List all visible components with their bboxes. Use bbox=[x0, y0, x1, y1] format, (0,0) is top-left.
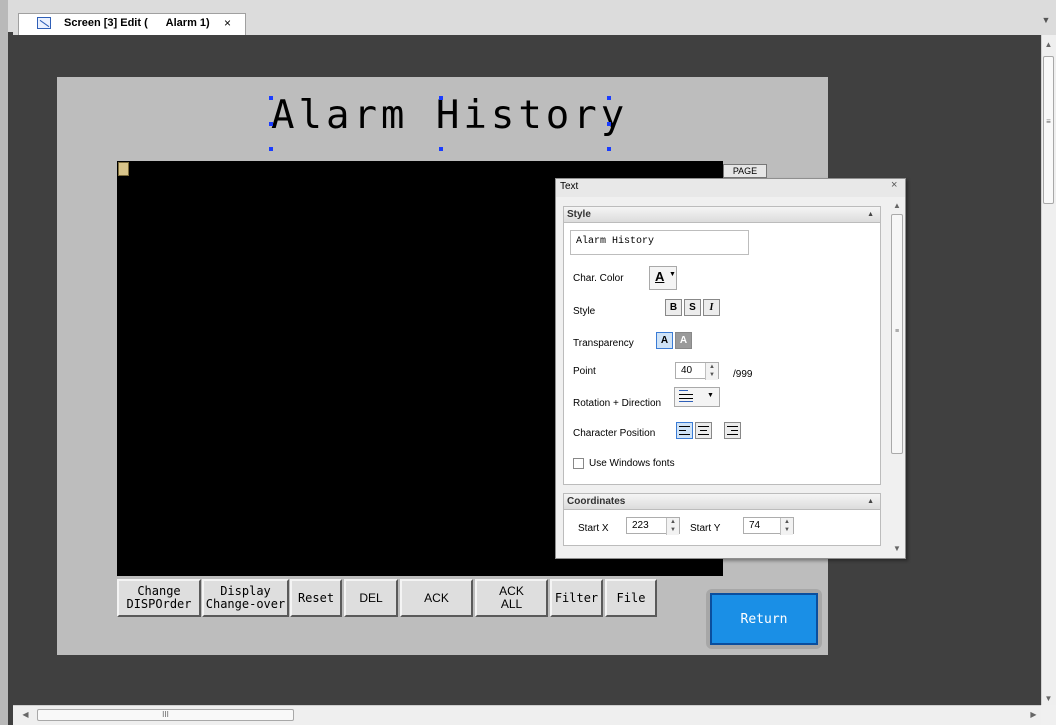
return-button-label: Return bbox=[740, 611, 788, 627]
collapse-caret-icon[interactable]: ▲ bbox=[867, 494, 874, 509]
rotation-direction-label: Rotation + Direction bbox=[573, 398, 662, 409]
screen-edit-icon bbox=[37, 17, 51, 29]
italic-button[interactable]: I bbox=[703, 299, 720, 316]
style-section-header[interactable]: Style ▲ bbox=[563, 206, 881, 223]
tab-label: Screen [3] Edit ( Alarm 1) bbox=[64, 17, 210, 29]
start-x-value: 223 bbox=[632, 520, 649, 531]
button-label: DEL bbox=[359, 590, 383, 605]
change-disporder-button[interactable]: Change DISPOrder bbox=[117, 579, 201, 617]
panel-title-bar[interactable] bbox=[556, 179, 905, 197]
panel-close-icon[interactable]: × bbox=[891, 179, 897, 191]
selection-handle[interactable] bbox=[439, 147, 443, 151]
style-section-title: Style bbox=[567, 209, 591, 220]
start-y-value: 74 bbox=[749, 520, 761, 531]
selection-handle[interactable] bbox=[607, 96, 611, 100]
button-label: Filter bbox=[554, 590, 599, 605]
selection-handle[interactable] bbox=[439, 96, 443, 100]
spinner-arrows-icon[interactable]: ▲ ▼ bbox=[666, 518, 679, 535]
chevron-down-icon: ▼ bbox=[669, 271, 676, 278]
start-x-spinner[interactable]: 223 ▲ ▼ bbox=[626, 517, 680, 535]
return-button[interactable]: Return bbox=[710, 593, 818, 645]
align-center-icon[interactable] bbox=[695, 422, 712, 439]
scroll-up-arrow-icon[interactable]: ▲ bbox=[1041, 40, 1056, 49]
scroll-grip-icon: ≡ bbox=[1046, 117, 1051, 126]
button-label-line2: Change-over bbox=[205, 597, 286, 611]
panel-title: Text bbox=[560, 181, 579, 192]
left-dock-bar bbox=[0, 0, 8, 725]
collapse-caret-icon[interactable]: ▲ bbox=[867, 207, 874, 222]
use-windows-fonts-label: Use Windows fonts bbox=[589, 458, 675, 469]
alarm-history-title-text[interactable]: Alarm History bbox=[271, 93, 628, 138]
ack-all-button[interactable]: ACK ALL bbox=[475, 579, 548, 617]
scroll-grip-icon: III bbox=[162, 710, 169, 719]
scroll-right-arrow-icon[interactable]: ▶ bbox=[1026, 710, 1041, 719]
ack-button[interactable]: ACK bbox=[400, 579, 473, 617]
display-change-over-button[interactable]: Display Change-over bbox=[202, 579, 289, 617]
scroll-left-arrow-icon[interactable]: ◀ bbox=[18, 710, 33, 719]
selection-handle[interactable] bbox=[269, 96, 273, 100]
coordinates-section-header[interactable]: Coordinates ▲ bbox=[563, 493, 881, 510]
tab-list-dropdown-icon[interactable]: ▼ bbox=[1040, 15, 1052, 29]
vertical-scroll-thumb[interactable] bbox=[1043, 56, 1054, 204]
opaque-button[interactable]: A bbox=[675, 332, 692, 349]
point-value: 40 bbox=[681, 365, 693, 376]
point-label: Point bbox=[573, 366, 596, 377]
transparency-label: Transparency bbox=[573, 338, 634, 349]
coordinates-section-title: Coordinates bbox=[567, 496, 626, 507]
del-button[interactable]: DEL bbox=[344, 579, 398, 617]
point-max-label: /999 bbox=[733, 369, 753, 380]
bold-button[interactable]: B bbox=[665, 299, 682, 316]
align-right-icon[interactable] bbox=[724, 422, 741, 439]
start-y-label: Start Y bbox=[690, 523, 721, 534]
text-direction-icon bbox=[679, 390, 693, 402]
point-spinner[interactable]: 40 ▲ ▼ bbox=[675, 362, 719, 380]
button-label-line2: DISPOrder bbox=[126, 597, 192, 611]
button-label: ACK bbox=[424, 590, 449, 605]
scroll-grip-icon: ≡ bbox=[894, 328, 900, 335]
page-button[interactable]: PAGE bbox=[723, 164, 767, 178]
char-color-swatch-icon: A bbox=[655, 269, 665, 284]
shadow-button[interactable]: S bbox=[684, 299, 701, 316]
scroll-down-arrow-icon[interactable]: ▼ bbox=[1041, 694, 1056, 703]
tab-screen-edit[interactable]: Screen [3] Edit ( Alarm 1) × bbox=[18, 13, 246, 35]
button-label-line2: ALL bbox=[500, 597, 523, 611]
character-position-label: Character Position bbox=[573, 428, 656, 439]
style-label: Style bbox=[573, 306, 596, 317]
use-windows-fonts-checkbox[interactable] bbox=[573, 458, 584, 469]
start-y-spinner[interactable]: 74 ▲ ▼ bbox=[743, 517, 794, 535]
selection-handle[interactable] bbox=[607, 147, 611, 151]
transparent-button[interactable]: A bbox=[656, 332, 673, 349]
char-color-dropdown[interactable]: A ▼ bbox=[649, 266, 677, 290]
text-content-field[interactable]: Alarm History bbox=[570, 230, 749, 255]
start-x-label: Start X bbox=[578, 523, 609, 534]
button-label: Reset bbox=[297, 590, 335, 605]
panel-scroll-down-arrow-icon[interactable]: ▼ bbox=[890, 544, 904, 553]
file-button[interactable]: File bbox=[605, 579, 657, 617]
spinner-arrows-icon[interactable]: ▲ ▼ bbox=[705, 363, 718, 380]
selection-handle[interactable] bbox=[269, 147, 273, 151]
coordinates-section-body bbox=[563, 510, 881, 546]
reset-button[interactable]: Reset bbox=[290, 579, 342, 617]
filter-button[interactable]: Filter bbox=[550, 579, 603, 617]
spinner-arrows-icon[interactable]: ▲ ▼ bbox=[780, 518, 793, 535]
chevron-down-icon: ▼ bbox=[707, 392, 714, 399]
char-color-label: Char. Color bbox=[573, 273, 624, 284]
rotation-direction-dropdown[interactable]: ▼ bbox=[674, 387, 720, 407]
tab-close-icon[interactable]: × bbox=[224, 16, 231, 30]
button-label: File bbox=[616, 590, 646, 605]
panel-scroll-up-arrow-icon[interactable]: ▲ bbox=[890, 201, 904, 210]
selection-handle[interactable] bbox=[607, 122, 611, 126]
selection-handle[interactable] bbox=[269, 122, 273, 126]
style-section-body bbox=[563, 223, 881, 485]
alarm-object-icon bbox=[118, 162, 129, 176]
align-left-icon[interactable] bbox=[676, 422, 693, 439]
